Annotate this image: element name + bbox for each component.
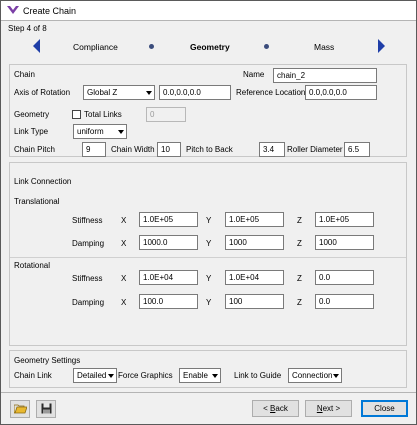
axis-of-rotation-label: Axis of Rotation [14,88,71,97]
rotational-label: Rotational [14,261,51,270]
chain-link-select[interactable]: Detailed [73,368,117,383]
next-button[interactable]: Next > [305,400,352,417]
total-links-field[interactable]: 0 [146,107,186,122]
force-graphics-label: Force Graphics [118,371,173,380]
title-divider [1,20,416,21]
chevron-down-icon [146,91,152,95]
chain-link-label: Chain Link [14,371,52,380]
geometry-settings-label: Geometry Settings [14,356,81,365]
tab-mass[interactable]: Mass [314,42,334,52]
axis-x-label: X [121,216,127,225]
force-graphics-value: Enable [183,371,208,380]
axis-y-label: Y [206,216,212,225]
reference-location-label: Reference Location [236,88,306,97]
link-type-label: Link Type [14,127,49,136]
app-icon [7,5,19,17]
back-button[interactable]: < Back [252,400,299,417]
force-graphics-select[interactable]: Enable [179,368,221,383]
axis-of-rotation-select[interactable]: Global Z [83,85,155,100]
open-folder-icon [13,403,28,416]
axis-vector-field[interactable]: 0.0,0.0,0.0 [159,85,231,100]
name-field[interactable]: chain_2 [273,68,377,83]
close-button[interactable]: Close [361,400,408,417]
chevron-down-icon [118,130,124,134]
open-folder-button[interactable] [10,400,30,418]
total-links-label: Total Links [84,110,122,119]
rotational-damping-x-field[interactable]: 100.0 [139,294,198,309]
total-links-checkbox[interactable] [72,110,81,119]
window-title: Create Chain [23,5,77,16]
create-chain-dialog: Create Chain Step 4 of 8 Compliance Geom… [0,0,417,425]
chain-link-value: Detailed [77,371,107,380]
link-type-select[interactable]: uniform [73,124,127,139]
next-button-label: ext > [322,404,341,413]
translational-stiffness-z-field[interactable]: 1.0E+05 [315,212,374,227]
tab-geometry[interactable]: Geometry [190,42,230,52]
translational-stiffness-y-field[interactable]: 1.0E+05 [225,212,284,227]
axis-x-label: X [121,298,127,307]
translational-damping-label: Damping [72,239,105,248]
axis-of-rotation-value: Global Z [87,88,118,97]
wizard-tabs: Compliance Geometry Mass [27,37,387,57]
section-divider [10,257,406,258]
tab-separator-dot [264,44,269,49]
chevron-down-icon [212,374,218,378]
step-indicator: Step 4 of 8 [8,24,47,33]
chevron-down-icon [333,374,339,378]
axis-y-label: Y [206,274,212,283]
rotational-stiffness-y-field[interactable]: 1.0E+04 [225,270,284,285]
link-to-guide-select[interactable]: Connection [288,368,342,383]
back-button-prefix: < [263,404,271,413]
back-button-label: ack [275,404,288,413]
chain-pitch-field[interactable]: 9 [82,142,106,157]
roller-diameter-label: Roller Diameter [287,145,343,154]
axis-z-label: Z [297,274,302,283]
translational-damping-z-field[interactable]: 1000 [315,235,374,250]
translational-stiffness-x-field[interactable]: 1.0E+05 [139,212,198,227]
chevron-down-icon [108,374,114,378]
axis-z-label: Z [297,216,302,225]
geometry-label: Geometry [14,110,50,119]
translational-label: Translational [14,197,60,206]
link-type-value: uniform [77,127,104,136]
footer-divider [1,392,416,393]
pitch-to-back-field[interactable]: 3.4 [259,142,285,157]
axis-x-label: X [121,274,127,283]
rotational-stiffness-label: Stiffness [72,274,103,283]
rotational-damping-z-field[interactable]: 0.0 [315,294,374,309]
axis-y-label: Y [206,239,212,248]
translational-stiffness-label: Stiffness [72,216,103,225]
title-bar: Create Chain [1,1,416,20]
chain-width-label: Chain Width [111,145,155,154]
chain-pitch-label: Chain Pitch [14,145,55,154]
link-to-guide-value: Connection [292,371,333,380]
rotational-stiffness-x-field[interactable]: 1.0E+04 [139,270,198,285]
translational-damping-y-field[interactable]: 1000 [225,235,284,250]
reference-location-field[interactable]: 0.0,0.0,0.0 [305,85,377,100]
link-to-guide-label: Link to Guide [234,371,282,380]
save-disk-icon [41,403,52,416]
rotational-damping-label: Damping [72,298,105,307]
name-label: Name [243,70,265,79]
next-step-arrow-icon[interactable] [378,39,385,53]
rotational-stiffness-z-field[interactable]: 0.0 [315,270,374,285]
link-connection-panel [9,162,407,346]
save-button[interactable] [36,400,56,418]
axis-z-label: Z [297,298,302,307]
axis-z-label: Z [297,239,302,248]
chain-width-field[interactable]: 10 [157,142,181,157]
axis-x-label: X [121,239,127,248]
axis-y-label: Y [206,298,212,307]
rotational-damping-y-field[interactable]: 100 [225,294,284,309]
tab-compliance[interactable]: Compliance [73,42,118,52]
tab-separator-dot [149,44,154,49]
roller-diameter-field[interactable]: 6.5 [344,142,370,157]
chain-section-label: Chain [14,70,35,79]
translational-damping-x-field[interactable]: 1000.0 [139,235,198,250]
pitch-to-back-label: Pitch to Back [186,145,233,154]
link-connection-label: Link Connection [14,177,72,186]
